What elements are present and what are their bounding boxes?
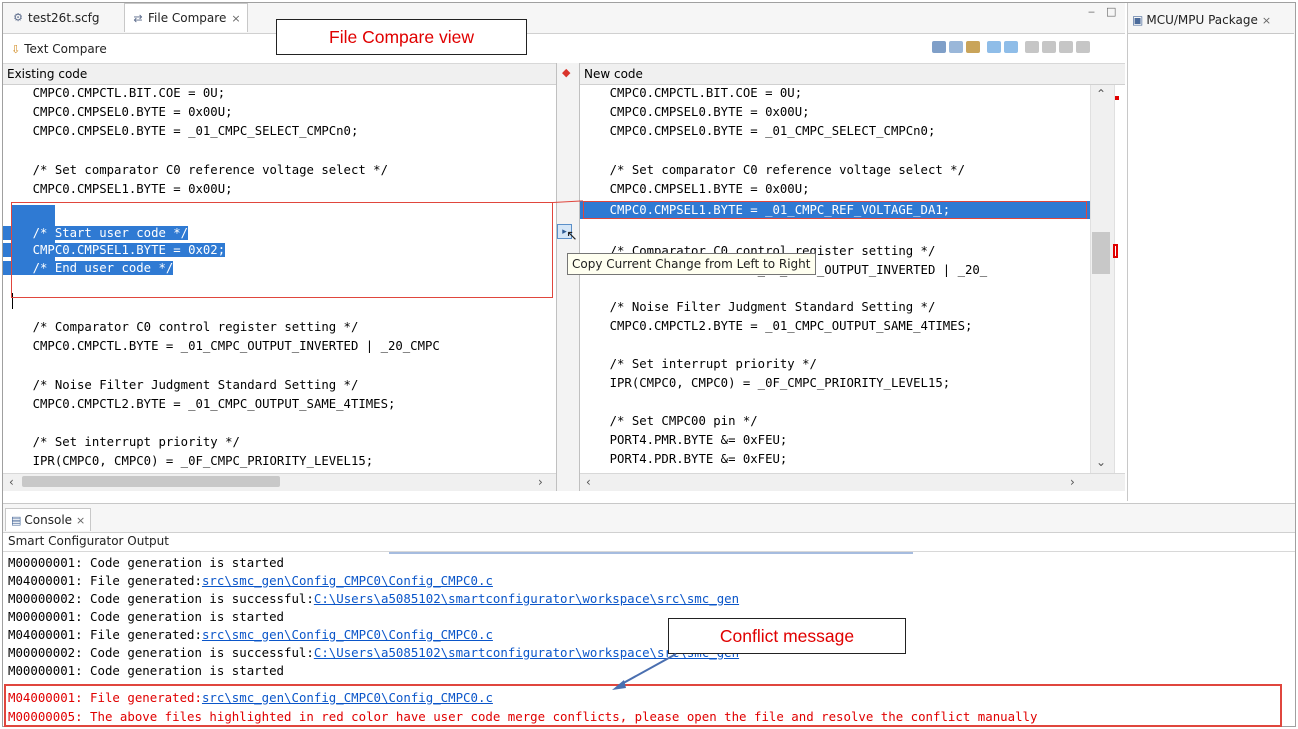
- code-line: /* Set comparator C0 reference voltage s…: [580, 163, 965, 177]
- layout-icon[interactable]: [949, 41, 963, 53]
- code-line: /* Noise Filter Judgment Standard Settin…: [3, 378, 359, 392]
- package-icon: ▣: [1132, 13, 1144, 27]
- code-line: PORT4.PMR.BYTE &= 0xFEU;: [580, 433, 788, 447]
- code-line: CMPC0.CMPSEL1.BYTE = 0x00U;: [580, 182, 810, 196]
- right-pane-header: New code: [580, 63, 1125, 85]
- diff-marker-icon: ◆: [562, 66, 571, 79]
- tab-console[interactable]: ▤ Console ×: [5, 508, 92, 531]
- overview-ruler: [1114, 85, 1124, 491]
- arrow-down-icon: ⇩: [11, 42, 21, 56]
- tab-label: test26t.scfg: [28, 10, 100, 25]
- right-horizontal-scrollbar[interactable]: [580, 473, 1125, 491]
- console-line: M00000002: Code generation is successful…: [8, 591, 740, 606]
- code-line: CMPC0.CMPSEL0.BYTE = 0x00U;: [3, 105, 233, 119]
- compare-icon: ⇄: [133, 11, 143, 25]
- partial-link-underline: [389, 552, 913, 554]
- copy-all-right-icon[interactable]: [1004, 41, 1018, 53]
- console-icon: ▤: [11, 513, 22, 527]
- code-line: IPR(CMPC0, CMPC0) = _0F_CMPC_PRIORITY_LE…: [3, 454, 374, 468]
- side-panel-body: [1128, 33, 1294, 501]
- code-line: CMPC0.CMPCTL.BIT.COE = 0U;: [3, 86, 226, 100]
- code-line: /* Set interrupt priority */: [580, 357, 817, 371]
- tab-file-compare[interactable]: ⇄ File Compare ×: [124, 3, 248, 32]
- console-line: M00000001: Code generation is started: [8, 609, 285, 624]
- compare-gutter: [556, 63, 580, 491]
- prev-change-icon[interactable]: [1076, 41, 1090, 53]
- conflict-highlight-right: [583, 201, 1087, 219]
- code-line: CMPC0.CMPCTL.BYTE = _01_CMPC_OUTPUT_INVE…: [3, 339, 440, 353]
- scroll-up-icon[interactable]: ⌃: [1096, 87, 1106, 101]
- code-line: /* Set interrupt priority */: [3, 435, 240, 449]
- code-line: /* Set CMPC00 pin */: [580, 414, 758, 428]
- console-line: M04000001: File generated:src\smc_gen\Co…: [8, 573, 493, 588]
- compare-toolbar-icons: [932, 39, 1118, 55]
- right-vertical-scrollbar[interactable]: [1090, 85, 1114, 473]
- console-line: M00000001: Code generation is started: [8, 663, 285, 678]
- code-line: CMPC0.CMPCTL2.BYTE = _01_CMPC_OUTPUT_SAM…: [3, 397, 396, 411]
- overview-marker[interactable]: [1113, 244, 1118, 258]
- close-icon[interactable]: ×: [231, 12, 240, 25]
- close-icon[interactable]: ×: [1262, 14, 1271, 27]
- code-line: /* Noise Filter Judgment Standard Settin…: [580, 300, 936, 314]
- code-line: /* Set comparator C0 reference voltage s…: [3, 163, 388, 177]
- structure-icon[interactable]: [966, 41, 980, 53]
- copy-all-left-icon[interactable]: [987, 41, 1001, 53]
- code-line: CMPC0.CMPSEL0.BYTE = 0x00U;: [580, 105, 810, 119]
- mouse-pointer-icon: ↖: [566, 228, 578, 244]
- code-line: PORT4.PDR.BYTE &= 0xFEU;: [580, 452, 788, 466]
- scroll-right-icon[interactable]: ›: [1070, 475, 1075, 489]
- console-subtitle: Smart Configurator Output: [8, 534, 169, 548]
- callout-file-compare-view: File Compare view: [276, 19, 527, 55]
- scroll-thumb[interactable]: [1092, 232, 1110, 274]
- callout-conflict-message: Conflict message: [668, 618, 906, 654]
- overview-marker[interactable]: [1115, 96, 1119, 100]
- close-icon[interactable]: ×: [76, 514, 85, 527]
- text-compare-label: ⇩ Text Compare: [11, 42, 107, 56]
- left-pane-header: Existing code: [3, 63, 556, 85]
- callout-arrow: [612, 653, 677, 690]
- console-tab-bar: [3, 503, 1295, 533]
- conflict-highlight-left: [11, 202, 553, 298]
- merge-icon[interactable]: [932, 41, 946, 53]
- minimize-button[interactable]: ‒: [1088, 5, 1095, 18]
- scroll-right-icon[interactable]: ›: [538, 475, 543, 489]
- next-diff-icon[interactable]: [1025, 41, 1039, 53]
- code-line: CMPC0.CMPSEL1.BYTE = 0x00U;: [3, 182, 233, 196]
- console-line: M00000001: Code generation is started: [8, 555, 285, 570]
- code-line: CMPC0.CMPSEL0.BYTE = _01_CMPC_SELECT_CMP…: [3, 124, 359, 138]
- code-line: /* Comparator C0 control register settin…: [3, 320, 359, 334]
- code-line: IPR(CMPC0, CMPC0) = _0F_CMPC_PRIORITY_LE…: [580, 376, 951, 390]
- right-code-pane[interactable]: CMPC0.CMPCTL.BIT.COE = 0U; CMPC0.CMPSEL0…: [580, 85, 1090, 473]
- code-line: CMPC0.CMPSEL0.BYTE = _01_CMPC_SELECT_CMP…: [580, 124, 936, 138]
- prev-diff-icon[interactable]: [1042, 41, 1056, 53]
- code-line: CMPC0.CMPCTL2.BYTE = _01_CMPC_OUTPUT_SAM…: [580, 319, 973, 333]
- scroll-down-icon[interactable]: ⌄: [1096, 455, 1106, 469]
- tooltip: Copy Current Change from Left to Right: [567, 253, 816, 275]
- config-file-icon: ⚙: [13, 11, 23, 24]
- file-link[interactable]: src\smc_gen\Config_CMPC0\Config_CMPC0.c: [202, 627, 493, 642]
- path-link[interactable]: C:\Users\a5085102\smartconfigurator\work…: [314, 591, 739, 606]
- scroll-left-icon[interactable]: ‹: [586, 475, 591, 489]
- scroll-thumb[interactable]: [22, 476, 280, 487]
- code-line: CMPC0.CMPCTL.BIT.COE = 0U;: [580, 86, 803, 100]
- next-change-icon[interactable]: [1059, 41, 1073, 53]
- tab-label: File Compare: [148, 11, 227, 25]
- tab-mcu-mpu-package[interactable]: ▣ MCU/MPU Package ×: [1128, 8, 1271, 32]
- scroll-left-icon[interactable]: ‹: [9, 475, 14, 489]
- file-link[interactable]: src\smc_gen\Config_CMPC0\Config_CMPC0.c: [202, 573, 493, 588]
- tab-test26t-scfg[interactable]: ⚙ test26t.scfg: [5, 3, 106, 32]
- console-line: M04000001: File generated:src\smc_gen\Co…: [8, 627, 493, 642]
- maximize-button[interactable]: □: [1106, 5, 1116, 18]
- tab-label: MCU/MPU Package: [1146, 13, 1258, 27]
